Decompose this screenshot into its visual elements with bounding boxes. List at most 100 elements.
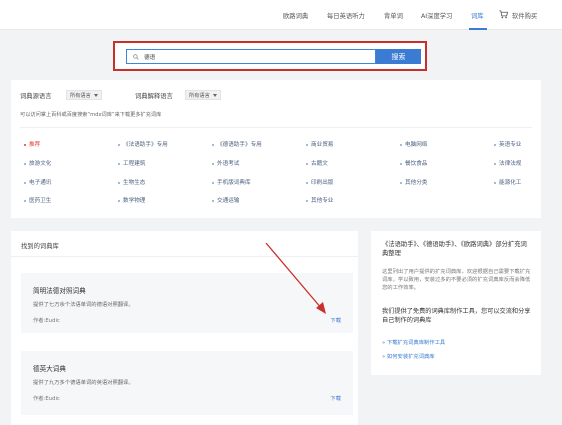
explain-lang-select[interactable]: 所有语言 (185, 90, 221, 100)
category-mobile[interactable]: 手机版词典库 (212, 178, 251, 186)
category-french-helper[interactable]: 《法语助手》专用 (118, 140, 168, 148)
category-other-class[interactable]: 其他分类 (400, 178, 427, 186)
search-input[interactable]: 德语 (126, 49, 376, 64)
nav-item-ai-learning[interactable]: AI深度学习 (421, 11, 452, 20)
list-item: 简明法德对照词典 提供了七万余个法语单词的德语对照翻译。 作者:Eudic 下载 (21, 273, 353, 333)
found-title: 找到的词典库 (21, 243, 59, 250)
dict-author: 作者:Eudic (33, 396, 60, 402)
category-classical[interactable]: 古籍文 (306, 159, 328, 167)
category-label: 其他专业 (311, 198, 334, 204)
category-exams[interactable]: 外语考试 (212, 159, 239, 167)
category-business[interactable]: 商业贸易 (306, 140, 333, 148)
download-link[interactable]: 下载 (330, 394, 341, 402)
category-other-major[interactable]: 其他专业 (306, 196, 333, 204)
category-label: 印刷出版 (311, 180, 334, 186)
dict-description: 提供了九万多个德语单词的英语对照翻译。 (33, 380, 134, 386)
category-label: 工程建筑 (123, 161, 146, 167)
found-dictionaries-panel: 找到的词典库 简明法德对照词典 提供了七万余个法语单词的德语对照翻译。 作者:E… (11, 231, 358, 425)
category-travel[interactable]: 旅游文化 (24, 159, 51, 167)
list-item: 德英大词典 提供了九万多个德语单词的英语对照翻译。 作者:Eudic 下载 (21, 351, 353, 415)
bullet-icon (118, 199, 120, 202)
search-button[interactable]: 搜索 (376, 49, 421, 64)
bullet-icon (118, 143, 120, 146)
category-label: 英语专业 (499, 142, 522, 148)
divider (11, 256, 358, 257)
category-energy[interactable]: 能源化工 (494, 178, 521, 186)
category-label: 电脑网络 (405, 142, 428, 148)
info-sidebar: 《法语助手》、《德语助手》、《欧路词典》部分扩充词典整理 这里列出了用户提供的扩… (371, 231, 541, 375)
search-icon (133, 54, 139, 60)
category-label: 数学物理 (123, 198, 146, 204)
nav-item-eudic[interactable]: 欧路词典 (283, 11, 308, 20)
category-medicine[interactable]: 医药卫生 (24, 196, 51, 204)
chevron-down-icon (212, 94, 217, 97)
category-label: 其他分类 (405, 180, 428, 186)
top-nav: 欧路词典 每日英语听力 背单词 AI深度学习 词库 软件购买 (0, 0, 562, 30)
bullet-icon (400, 181, 402, 184)
bullet-icon (494, 162, 496, 165)
bullet-icon (400, 143, 402, 146)
category-english[interactable]: 英语专业 (494, 140, 521, 148)
category-german-helper[interactable]: 《德语助手》专用 (212, 140, 262, 148)
bullet-icon (24, 199, 26, 202)
sidebar-text: 这里列出了用户提供的扩充词典库，欢迎根据自己需要下载扩充词库，学以致用，安装过多… (382, 269, 531, 291)
category-label: 推荐 (29, 142, 41, 148)
install-help-link[interactable]: » 如何安装扩充词典库 (382, 352, 435, 360)
dict-author: 作者:Eudic (33, 318, 60, 324)
bullet-icon (400, 162, 402, 165)
category-label: 手机版词典库 (217, 180, 251, 186)
bullet-icon (24, 181, 26, 184)
category-biology[interactable]: 生物生态 (118, 178, 145, 186)
category-label: 能源化工 (499, 180, 522, 186)
search-highlight-frame: 德语 搜索 (113, 41, 427, 71)
explain-lang-value: 所有语言 (189, 93, 210, 99)
category-label: 电子通讯 (29, 180, 52, 186)
category-law[interactable]: 法律法规 (494, 159, 521, 167)
category-recommended[interactable]: 推荐 (24, 140, 40, 148)
nav-item-listening[interactable]: 每日英语听力 (327, 11, 365, 20)
bullet-icon (494, 181, 496, 184)
bullet-icon (306, 162, 308, 165)
source-lang-label: 词典源语言 (20, 93, 52, 100)
sidebar-heading: 《法语助手》、《德语助手》、《欧路词典》部分扩充词典整理 (382, 241, 527, 257)
bullet-icon (306, 199, 308, 202)
category-computer[interactable]: 电脑网络 (400, 140, 427, 148)
category-label: 餐饮食品 (405, 161, 428, 167)
bullet-icon (212, 181, 214, 184)
category-printing[interactable]: 印刷出版 (306, 178, 333, 186)
bullet-icon (24, 143, 26, 146)
filter-hint: 可以访问掌上百科或百度搜索“mdx词库”来下载更多扩充词库 (20, 112, 162, 118)
source-lang-value: 所有语言 (70, 93, 91, 99)
cart-icon[interactable] (499, 10, 508, 19)
sidebar-note: 我们提供了免费的词典库制作工具，您可以交流和分享自己制作的词典库 (382, 308, 531, 324)
download-tool-link[interactable]: » 下载扩充词典库制作工具 (382, 338, 445, 346)
download-link[interactable]: 下载 (330, 316, 341, 324)
bullet-icon (212, 162, 214, 165)
bullet-icon (212, 143, 214, 146)
category-math-physics[interactable]: 数学物理 (118, 196, 145, 204)
category-engineering[interactable]: 工程建筑 (118, 159, 145, 167)
category-food[interactable]: 餐饮食品 (400, 159, 427, 167)
nav-active-indicator (469, 28, 487, 30)
nav-item-vocabulary[interactable]: 背单词 (384, 11, 403, 20)
source-lang-select[interactable]: 所有语言 (66, 90, 102, 100)
search-query: 德语 (144, 55, 156, 61)
bullet-icon (306, 143, 308, 146)
category-label: 生物生态 (123, 180, 146, 186)
bullet-icon (306, 181, 308, 184)
category-label: 商业贸易 (311, 142, 334, 148)
chevron-down-icon (93, 94, 98, 97)
category-label: 法律法规 (499, 161, 522, 167)
category-label: 医药卫生 (29, 198, 52, 204)
bullet-icon (118, 181, 120, 184)
dict-name: 德英大词典 (33, 365, 66, 373)
category-label: 交通运输 (217, 198, 240, 204)
explain-lang-label: 词典解释语言 (135, 93, 173, 100)
category-electronics[interactable]: 电子通讯 (24, 178, 51, 186)
category-transport[interactable]: 交通运输 (212, 196, 239, 204)
filter-panel: 词典源语言 所有语言 词典解释语言 所有语言 可以访问掌上百科或百度搜索“mdx… (11, 80, 541, 218)
nav-item-purchase[interactable]: 软件购买 (512, 11, 537, 20)
nav-item-dictionaries[interactable]: 词库 (471, 11, 484, 20)
divider (20, 127, 532, 128)
category-label: 外语考试 (217, 161, 240, 167)
